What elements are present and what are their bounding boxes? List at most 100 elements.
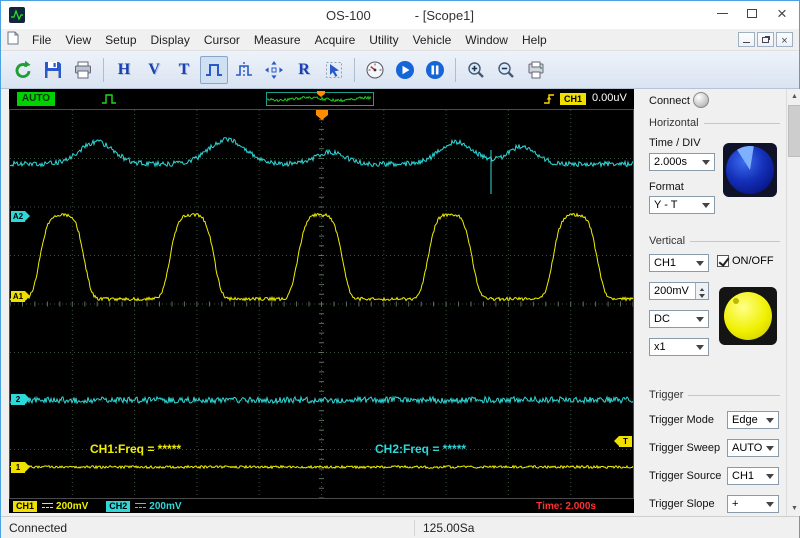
doc-title: - [Scope1] [414,7,475,23]
scroll-thumb[interactable] [788,105,800,157]
scroll-up-button[interactable] [787,89,800,104]
probe-value: x1 [654,341,666,353]
menu-measure[interactable]: Measure [247,29,308,51]
dc-coupling-icon [42,502,54,510]
toolbar-separator [455,57,456,82]
scroll-down-button[interactable] [787,501,800,516]
trigger-mode-select[interactable]: Edge [727,411,779,429]
menu-setup[interactable]: Setup [98,29,143,51]
volts-div-stepper[interactable]: 200mV [649,282,709,300]
menu-view[interactable]: View [58,29,98,51]
mdi-close-icon [781,33,787,47]
mdi-minimize-icon [743,42,750,43]
connect-refresh-button[interactable] [9,56,37,84]
run-button[interactable] [391,56,419,84]
channel-onoff-checkbox[interactable]: ON/OFF [717,255,774,267]
ch1-readout: CH1 200mV [13,500,89,512]
menu-vehicle[interactable]: Vehicle [406,29,459,51]
mdi-restore-button[interactable] [757,32,774,47]
zoom-out-button[interactable] [492,56,520,84]
stepper-arrows[interactable] [695,283,708,299]
plotter-button[interactable] [522,56,550,84]
gauge-button[interactable] [361,56,389,84]
horizontal-setup-button[interactable]: H [110,56,138,84]
ch1-position-marker[interactable]: 1 [11,462,30,473]
trigger-sweep-select[interactable]: AUTO [727,439,779,457]
menu-help[interactable]: Help [515,29,554,51]
mdi-restore-icon [762,36,769,43]
play-icon [396,60,414,79]
scope-display[interactable]: A2 A1 2 1 T CH1:Freq = ***** CH2:Freq = … [9,109,634,499]
menu-window[interactable]: Window [458,29,515,51]
channel-select[interactable]: CH1 [649,254,709,272]
vertical-setup-button[interactable]: V [140,56,168,84]
acquisition-mode-badge: AUTO [17,92,55,106]
menu-acquire[interactable]: Acquire [308,29,363,51]
mdi-close-button[interactable] [776,32,793,47]
step-down-icon[interactable] [696,291,708,299]
trigger-setup-button[interactable]: T [170,56,198,84]
trigger-slope-select[interactable]: + [727,495,779,513]
timebase-readout: Time: 2.000s [536,500,596,512]
autoscale-button[interactable] [260,56,288,84]
coupling-select[interactable]: DC [649,310,709,328]
volts-div-value: 200mV [654,285,689,297]
statusbar: Connected 125.00Sa [1,516,799,538]
menu-cursor[interactable]: Cursor [197,29,247,51]
menu-utility[interactable]: Utility [362,29,405,51]
mdi-minimize-button[interactable] [738,32,755,47]
marker-a1[interactable]: A1 [11,291,30,302]
menu-display[interactable]: Display [144,29,197,51]
trigger-level-marker[interactable]: T [614,436,632,447]
zoom-in-button[interactable] [462,56,490,84]
ch1-freq-readout: CH1:Freq = ***** [90,442,182,456]
onoff-label: ON/OFF [732,255,774,267]
control-panel: Connect Horizontal Time / DIV 2.000s For… [641,89,786,516]
document-icon [7,31,19,48]
ch1-scale-value: 200mV [56,500,89,512]
close-button[interactable] [767,1,797,25]
trigger-source-value: CH1 [732,470,755,482]
horizontal-knob[interactable] [723,143,777,197]
connect-button[interactable] [693,92,709,108]
trigger-channel-badge: CH1 [560,93,586,105]
scope-status-bar: AUTO CH1 0.00uV [9,89,634,109]
knob-face [726,146,774,194]
ch2-position-marker[interactable]: 2 [11,394,30,405]
coupling-value: DC [654,313,670,325]
trigger-mode-label: Trigger Mode [649,414,715,426]
probe-select[interactable]: x1 [649,338,709,356]
trigger-source-row: Trigger Source CH1 [641,467,786,487]
gauge-icon [366,61,384,78]
connect-label: Connect [649,95,690,107]
vertical-knob[interactable] [719,287,777,345]
maximize-button[interactable] [737,1,767,25]
marker-a2[interactable]: A2 [11,211,30,222]
pause-button[interactable] [421,56,449,84]
expand-arrows-icon [265,60,283,79]
print-button[interactable] [69,56,97,84]
panel-scrollbar[interactable] [786,89,800,516]
pulse-indicator-icon [101,93,117,108]
scope-readout-bar: CH1 200mV CH2 200mV Time: 2.000s [9,499,634,513]
trigger-source-select[interactable]: CH1 [727,467,779,485]
time-div-select[interactable]: 2.000s [649,153,715,171]
single-pulse-button[interactable] [200,55,228,84]
minimize-button[interactable] [707,1,737,25]
waveform-preview[interactable] [266,91,374,106]
horizontal-section-label: Horizontal [649,117,699,129]
trigger-section-label: Trigger [649,389,684,401]
record-button[interactable]: R [290,56,318,84]
pulse-measure-button[interactable] [230,56,258,84]
save-button[interactable] [39,56,67,84]
menu-file[interactable]: File [25,29,58,51]
format-select[interactable]: Y - T [649,196,715,214]
trigger-section-header: Trigger [649,389,780,401]
horizontal-section-header: Horizontal [649,117,780,129]
cursor-tool-button[interactable] [320,56,348,84]
step-up-icon[interactable] [696,283,708,292]
connection-status: Connected [9,521,68,535]
knob-pointer [734,146,754,170]
scope-graticule [10,110,633,498]
trigger-sweep-value: AUTO [732,442,763,454]
